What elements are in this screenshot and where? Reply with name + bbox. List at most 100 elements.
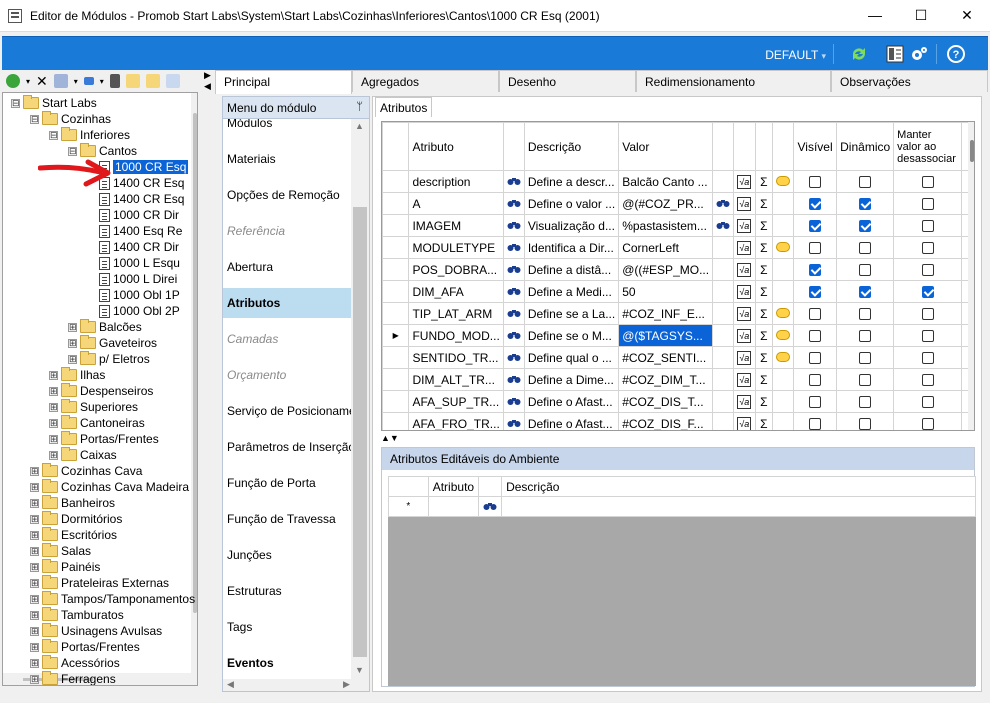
- binoculars-icon[interactable]: [716, 198, 730, 208]
- menu-item[interactable]: Opções de Remoção: [227, 177, 351, 213]
- cell-sum[interactable]: Σ: [754, 390, 774, 413]
- cell-note[interactable]: [772, 346, 795, 369]
- row-pointer-cell[interactable]: ▶: [382, 324, 410, 347]
- sigma-icon[interactable]: Σ: [760, 263, 767, 277]
- formula-icon[interactable]: √a: [737, 263, 752, 277]
- cell-search[interactable]: [478, 496, 503, 517]
- cell-search[interactable]: [502, 324, 525, 347]
- cell-attribute[interactable]: TIP_LAT_ARM: [408, 302, 504, 325]
- menu-vertical-scrollbar[interactable]: ▲ ▼: [351, 119, 369, 679]
- tree-folder[interactable]: ⊞ Cozinhas Cava Madeira: [30, 479, 189, 495]
- cell-value[interactable]: #COZ_SENTI...: [618, 346, 714, 369]
- comment-icon[interactable]: [776, 329, 791, 340]
- cell-visible[interactable]: [793, 170, 838, 193]
- tree-item[interactable]: 1000 CR Dir: [87, 207, 179, 223]
- cell-keep-value[interactable]: [893, 192, 963, 215]
- tree-folder[interactable]: ⊞ Balcões: [68, 319, 142, 335]
- tree-folder[interactable]: ⊞ Banheiros: [30, 495, 115, 511]
- tree-folder[interactable]: ⊞ Ferragens: [30, 671, 116, 685]
- scroll-down-icon[interactable]: ▼: [355, 665, 364, 675]
- cell-value-search[interactable]: [712, 412, 735, 430]
- folder-edit-icon[interactable]: [145, 74, 160, 88]
- cell-search[interactable]: [502, 258, 525, 281]
- cell-dynamic[interactable]: [836, 412, 895, 430]
- cell-keep-value[interactable]: [893, 258, 963, 281]
- dynamic-checkbox[interactable]: [859, 374, 872, 387]
- chevron-down-icon[interactable]: ▾: [26, 77, 30, 86]
- cell-note[interactable]: [772, 302, 795, 325]
- collapse-icon[interactable]: ⊟: [68, 146, 77, 156]
- binoculars-icon[interactable]: [716, 220, 730, 230]
- cell-formula[interactable]: √a: [733, 390, 756, 413]
- table-row[interactable]: A Define o valor ... @(#COZ_PR... √a Σ: [382, 192, 974, 215]
- cell-attribute[interactable]: MODULETYPE: [408, 236, 504, 259]
- tree-folder[interactable]: ⊞ Cantoneiras: [49, 415, 145, 431]
- expand-icon[interactable]: ⊞: [30, 546, 39, 556]
- cell-visible[interactable]: [793, 368, 838, 391]
- cell-visible[interactable]: [793, 324, 838, 347]
- cell-description[interactable]: Define o valor ...: [523, 192, 620, 215]
- cell-attribute[interactable]: SENTIDO_TR...: [408, 346, 504, 369]
- expand-icon[interactable]: ⊞: [30, 482, 39, 492]
- cell-visible[interactable]: [793, 346, 838, 369]
- close-button[interactable]: ✕: [944, 0, 990, 30]
- cell-keep-value[interactable]: [893, 368, 963, 391]
- tree-folder[interactable]: ⊞ Escritórios: [30, 527, 117, 543]
- expand-icon[interactable]: ⊞: [49, 450, 58, 460]
- cell-sum[interactable]: Σ: [754, 280, 774, 303]
- table-row[interactable]: DIM_AFA Define a Medi... 50 √a Σ: [382, 280, 974, 303]
- cell-search[interactable]: [502, 236, 525, 259]
- menu-item[interactable]: Função de Porta: [227, 465, 351, 501]
- formula-icon[interactable]: √a: [737, 417, 752, 430]
- tab-agregados[interactable]: Agregados: [352, 70, 499, 92]
- cell-attribute[interactable]: AFA_SUP_TR...: [408, 390, 504, 413]
- expand-icon[interactable]: ⊞: [30, 530, 39, 540]
- cell-sum[interactable]: Σ: [754, 192, 774, 215]
- visible-checkbox[interactable]: [809, 264, 822, 277]
- formula-icon[interactable]: √a: [737, 241, 752, 255]
- tree-folder[interactable]: ⊟ Inferiores: [49, 127, 130, 143]
- cell-description[interactable]: Define a descr...: [523, 170, 620, 193]
- binoculars-icon[interactable]: [507, 286, 521, 296]
- comment-icon[interactable]: [776, 175, 791, 186]
- comment-icon[interactable]: [776, 351, 791, 362]
- binoculars-icon[interactable]: [507, 308, 521, 318]
- collapse-icon[interactable]: ⊟: [11, 98, 20, 108]
- refresh-icon[interactable]: [850, 45, 868, 63]
- col-header-visible[interactable]: Visível: [793, 122, 838, 171]
- tree-item[interactable]: 1000 L Esqu: [87, 255, 180, 271]
- cell-value-search[interactable]: [712, 280, 735, 303]
- cell-note[interactable]: [772, 236, 795, 259]
- row-pointer-cell[interactable]: [382, 280, 410, 303]
- cell-note[interactable]: [772, 170, 795, 193]
- cell-description[interactable]: Define a Medi...: [523, 280, 620, 303]
- tree-folder[interactable]: ⊟ Cozinhas: [30, 111, 111, 127]
- tree-item[interactable]: 1400 Esq Re: [87, 223, 182, 239]
- cell-formula[interactable]: √a: [733, 214, 756, 237]
- visible-checkbox[interactable]: [809, 330, 822, 343]
- grid-vertical-scrollbar[interactable]: [968, 122, 974, 430]
- table-row[interactable]: AFA_SUP_TR... Define o Afast... #COZ_DIS_T…: [382, 390, 974, 413]
- sigma-icon[interactable]: Σ: [760, 285, 767, 299]
- cell-search[interactable]: [502, 390, 525, 413]
- tab-desenho[interactable]: Desenho: [499, 70, 636, 92]
- menu-horizontal-scrollbar[interactable]: ◀ ▶: [223, 679, 369, 691]
- pin-icon[interactable]: ᛘ: [356, 101, 363, 113]
- cell-note[interactable]: [772, 280, 795, 303]
- binoculars-icon[interactable]: [507, 374, 521, 384]
- cell-visible[interactable]: [793, 214, 838, 237]
- attributes-grid[interactable]: Atributo Descrição Valor Visível Dinâmic…: [381, 121, 975, 431]
- collapse-icon[interactable]: ⊟: [30, 114, 39, 124]
- visible-checkbox[interactable]: [809, 198, 822, 211]
- help-icon[interactable]: ?: [947, 45, 965, 63]
- cell-visible[interactable]: [793, 258, 838, 281]
- col-header-attribute[interactable]: Atributo: [427, 476, 480, 497]
- cell-formula[interactable]: √a: [733, 192, 756, 215]
- tab-principal[interactable]: Principal: [215, 70, 352, 94]
- expand-icon[interactable]: ⊞: [30, 626, 39, 636]
- cell-search[interactable]: [502, 412, 525, 430]
- tree-folder[interactable]: ⊞ Caixas: [49, 447, 117, 463]
- cell-note[interactable]: [772, 390, 795, 413]
- move-down-icon[interactable]: [83, 77, 94, 85]
- row-pointer-cell[interactable]: [382, 236, 410, 259]
